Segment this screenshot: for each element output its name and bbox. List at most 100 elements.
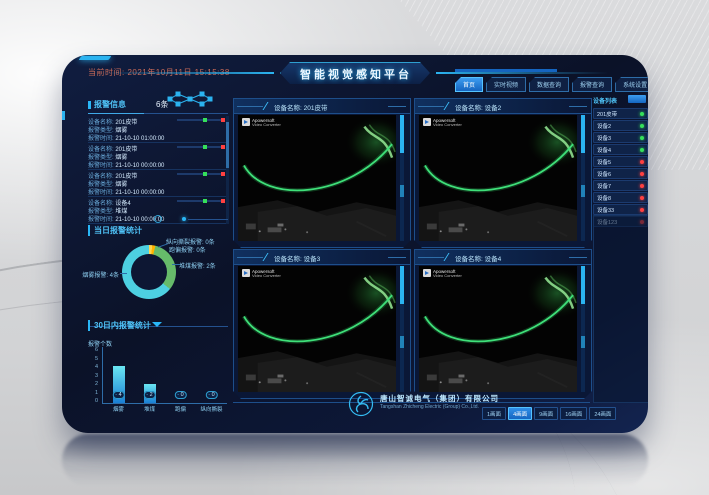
device-row[interactable]: 设备5 [593, 156, 648, 167]
device-row[interactable]: 设备8 [593, 192, 648, 203]
status-dot [640, 124, 644, 128]
video-panel-1[interactable]: 设备名称: 201皮带 [233, 98, 411, 248]
daily-donut [122, 245, 176, 299]
alarm-scrollbar[interactable] [226, 116, 229, 224]
dashboard-card: 当前时间: 2021年10月11日 15:15:38 智能视觉感知平台 首页 实… [62, 55, 648, 433]
nav-alarm-query-button[interactable]: 报警查询 [572, 77, 612, 92]
video-scrollbar[interactable] [400, 115, 404, 241]
nav-settings-button[interactable]: 系统设置 [615, 77, 648, 92]
company-name-en: Tangshan Zhicheng Electric (Group) Co.,L… [380, 404, 479, 410]
company-logo-icon [348, 391, 374, 417]
layout-24-button[interactable]: 24画面 [589, 407, 616, 420]
video-scrollbar[interactable] [400, 266, 404, 392]
video-panel-title-bar: 设备名称: 设备3 [234, 250, 410, 265]
video-panel-title-bar: 设备名称: 201皮带 [234, 99, 410, 114]
video-panel-title: 设备名称: 设备2 [455, 102, 501, 112]
donut-label-deviation: 跑偏报警: 0条 [169, 245, 206, 254]
alarm-level-slider [177, 146, 225, 148]
device-row[interactable]: 设备4 [593, 144, 648, 155]
bar-column: 2堆煤 [135, 347, 165, 403]
device-row[interactable]: 设备7 [593, 180, 648, 191]
section-divider-line [188, 219, 228, 220]
bar-y-ticks: 6543210 [86, 347, 98, 404]
video-feed[interactable]: ApowersoftVideo Converter [419, 115, 577, 241]
device-row[interactable]: 设备2 [593, 120, 648, 131]
monthly-bar-chart: 4烟雾 2堆煤 0跑偏 0纵向撕裂 [102, 347, 227, 404]
watermark: ApowersoftVideo Converter [242, 118, 281, 128]
device-list: 201皮带 设备2 设备3 设备4 设备5 设备6 设备7 设备8 设备33 设… [593, 108, 648, 227]
apowersoft-logo-icon [242, 118, 250, 126]
alarm-level-slider [177, 200, 225, 202]
alarm-list-item[interactable]: 设备名称: 201皮带 报警类型: 烟雾 报警时间: 21-10-10 01:0… [88, 116, 227, 143]
donut-leader-line [120, 273, 127, 274]
bar-column: 0纵向撕裂 [197, 347, 227, 403]
donut-label-smoke: 烟雾报警: 4条 [62, 270, 119, 279]
device-row[interactable]: 设备3 [593, 132, 648, 143]
video-panel-title: 设备名称: 设备4 [455, 253, 501, 263]
device-list-toggle[interactable] [628, 95, 646, 103]
daily-stats-title: 当日报警统计 [88, 225, 142, 236]
video-panel-title: 设备名称: 设备3 [274, 253, 320, 263]
tab-alarm-info[interactable]: 报警信息 [94, 99, 126, 110]
device-row[interactable]: 设备33 [593, 204, 648, 215]
bar-column: 0跑偏 [166, 347, 196, 403]
donut-leader-line [172, 264, 180, 265]
nav-live-video-button[interactable]: 实时视频 [486, 77, 526, 92]
status-dot [640, 184, 644, 188]
alarm-header-underline [88, 113, 228, 114]
alarm-level-slider [177, 173, 225, 175]
apowersoft-logo-icon [423, 118, 431, 126]
main-nav: 首页 实时视频 数据查询 报警查询 系统设置 [455, 77, 648, 92]
tab-device-list[interactable]: 设备列表 [593, 96, 617, 105]
apowersoft-logo-icon [242, 269, 250, 277]
layout-16-button[interactable]: 16画面 [560, 407, 587, 420]
watermark: ApowersoftVideo Converter [423, 118, 462, 128]
video-panel-title-bar: 设备名称: 设备4 [415, 250, 591, 265]
company-name-cn: 唐山智诚电气（集团）有限公司 [380, 393, 499, 404]
corner-accent [79, 56, 112, 60]
device-row[interactable]: 设备6 [593, 168, 648, 179]
layout-9-button[interactable]: 9画面 [534, 407, 558, 420]
edge-accent [62, 111, 65, 120]
watermark: ApowersoftVideo Converter [242, 269, 281, 279]
video-scrollbar[interactable] [581, 266, 585, 392]
layout-1-button[interactable]: 1画面 [482, 407, 506, 420]
title-wing-right [436, 72, 608, 74]
alarm-list-item[interactable]: 设备名称: 201皮带 报警类型: 烟雾 报警时间: 21-10-10 00:0… [88, 170, 227, 197]
nav-accent-bar [455, 69, 557, 72]
card-reflection [62, 434, 648, 486]
video-panel-title-bar: 设备名称: 设备2 [415, 99, 591, 114]
status-dot [640, 112, 644, 116]
alarm-level-slider [177, 119, 225, 121]
alarm-tab-icon [88, 101, 91, 109]
alarm-list-item[interactable]: 设备名称: 201皮带 报警类型: 烟雾 报警时间: 21-10-10 00:0… [88, 143, 227, 170]
video-panel-2[interactable]: 设备名称: 设备2 [414, 98, 592, 248]
status-dot [640, 208, 644, 212]
video-feed[interactable]: ApowersoftVideo Converter [419, 266, 577, 392]
status-dot [640, 172, 644, 176]
nav-home-button[interactable]: 首页 [455, 77, 483, 92]
video-feed[interactable]: ApowersoftVideo Converter [238, 266, 396, 392]
alarm-list: 设备名称: 201皮带 报警类型: 烟雾 报警时间: 21-10-10 01:0… [88, 116, 227, 224]
video-scrollbar[interactable] [581, 115, 585, 241]
monthly-stats-title: 30日内报警统计 [88, 320, 151, 331]
apowersoft-logo-icon [423, 269, 431, 277]
title-wing-left [102, 72, 274, 74]
section-divider-dot [182, 217, 186, 221]
donut-label-coal: 堆煤报警: 2条 [179, 261, 216, 270]
status-dot [640, 196, 644, 200]
watermark: ApowersoftVideo Converter [423, 269, 462, 279]
screen-layout-buttons: 1画面 4画面 9画面 16画面 24画面 [482, 407, 616, 420]
layout-4-button[interactable]: 4画面 [508, 407, 532, 420]
platform-title-frame: 智能视觉感知平台 [280, 62, 432, 86]
device-row[interactable]: 201皮带 [593, 108, 648, 119]
video-feed[interactable]: ApowersoftVideo Converter [238, 115, 396, 241]
screenshot-stage: 当前时间: 2021年10月11日 15:15:38 智能视觉感知平台 首页 实… [0, 0, 709, 495]
video-panel-4[interactable]: 设备名称: 设备4 [414, 249, 592, 399]
video-panel-3[interactable]: 设备名称: 设备3 [233, 249, 411, 399]
molecule-icon [166, 91, 214, 107]
video-panel-title: 设备名称: 201皮带 [274, 102, 327, 112]
status-dot [640, 136, 644, 140]
status-dot [640, 160, 644, 164]
nav-data-query-button[interactable]: 数据查询 [529, 77, 569, 92]
